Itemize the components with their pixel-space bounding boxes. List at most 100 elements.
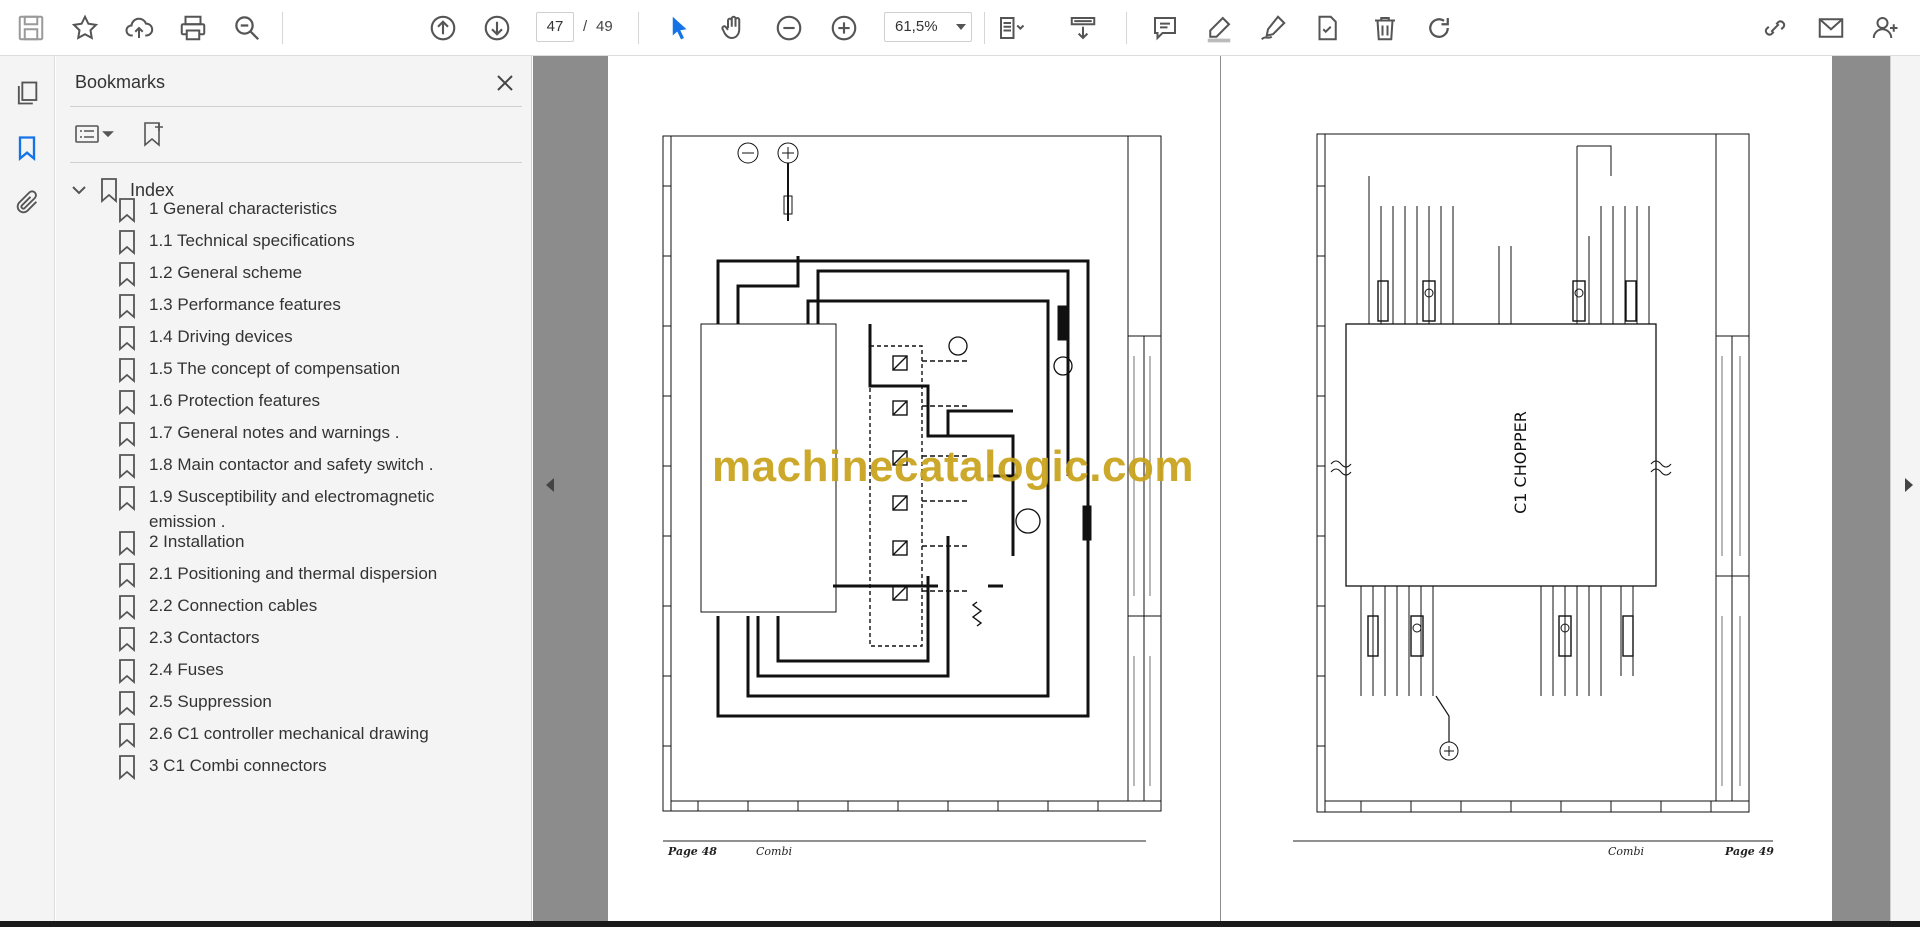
- cloud-upload-icon[interactable]: [120, 9, 158, 47]
- divider: [70, 162, 522, 163]
- chevron-down-icon[interactable]: [70, 181, 88, 199]
- bookmark-item[interactable]: 1.6 Protection features: [116, 388, 456, 415]
- watermark-text: machinecatalogic.com: [712, 442, 1194, 491]
- bookmark-label: 1.9 Susceptibility and electromagnetic e…: [149, 487, 435, 531]
- bookmark-icon: [119, 294, 135, 319]
- bookmark-item[interactable]: 2.5 Suppression: [116, 689, 456, 716]
- bookmark-item[interactable]: 2.3 Contactors: [116, 625, 456, 652]
- bookmark-icon: [119, 563, 135, 588]
- scroll-mode-icon[interactable]: [1064, 9, 1102, 47]
- save-icon[interactable]: [12, 9, 50, 47]
- highlight-pen-icon[interactable]: [1200, 9, 1238, 47]
- bookmark-icon: [119, 262, 135, 287]
- hand-tool-icon[interactable]: [714, 9, 752, 47]
- bookmark-item[interactable]: 2.4 Fuses: [116, 657, 456, 684]
- zoom-out-icon[interactable]: [770, 9, 808, 47]
- bookmark-item[interactable]: 2.6 C1 controller mechanical drawing: [116, 721, 456, 748]
- bookmark-label: 2.2 Connection cables: [149, 596, 318, 615]
- bookmark-item[interactable]: 1.2 General scheme: [116, 260, 456, 287]
- page-number-input[interactable]: 47: [536, 12, 574, 42]
- toolbar-separator: [1126, 12, 1127, 44]
- bookmark-icon: [119, 230, 135, 255]
- bookmark-icon: [119, 627, 135, 652]
- bookmark-item[interactable]: 1.1 Technical specifications: [116, 228, 456, 255]
- previous-page-icon[interactable]: [424, 9, 462, 47]
- bookmark-item[interactable]: 1.9 Susceptibility and electromagnetic e…: [116, 484, 456, 534]
- bookmark-icon: [119, 326, 135, 351]
- navigation-rail: [0, 56, 55, 927]
- bookmark-item[interactable]: 1.8 Main contactor and safety switch .: [116, 452, 456, 479]
- bookmark-label: 1.8 Main contactor and safety switch .: [149, 455, 434, 474]
- bookmark-label: 1.7 General notes and warnings .: [149, 423, 400, 442]
- bookmark-label: 3 C1 Combi connectors: [149, 756, 327, 775]
- bookmark-label: 2 Installation: [149, 532, 245, 551]
- print-icon[interactable]: [174, 9, 212, 47]
- page-footer-title: Combi: [1608, 845, 1645, 858]
- bookmarks-icon[interactable]: [8, 129, 46, 167]
- bookmark-icon: [119, 691, 135, 716]
- select-cursor-icon[interactable]: [660, 9, 698, 47]
- bookmark-label: 1 General characteristics: [149, 199, 338, 218]
- bookmark-label: 2.6 C1 controller mechanical drawing: [149, 724, 429, 743]
- bookmark-label: 1.6 Protection features: [149, 391, 321, 410]
- delete-icon[interactable]: [1366, 9, 1404, 47]
- bookmark-item[interactable]: 1.4 Driving devices: [116, 324, 456, 351]
- draw-icon[interactable]: [1254, 9, 1292, 47]
- collapse-panel-icon[interactable]: [546, 478, 554, 492]
- bookmark-label: 1.4 Driving devices: [149, 327, 293, 346]
- bookmark-icon: [119, 454, 135, 479]
- bookmark-icon: [119, 198, 135, 223]
- zoom-search-icon[interactable]: [228, 9, 266, 47]
- close-icon[interactable]: [490, 68, 520, 98]
- bookmark-icon: [119, 595, 135, 620]
- bookmark-item[interactable]: 3 C1 Combi connectors: [116, 753, 456, 780]
- bookmark-options-button[interactable]: [74, 116, 124, 152]
- bookmark-label: 1.3 Performance features: [149, 295, 341, 314]
- chevron-down-icon[interactable]: [956, 24, 966, 30]
- taskbar-edge: [0, 921, 1920, 927]
- page-fit-icon[interactable]: [992, 9, 1030, 47]
- email-icon[interactable]: [1812, 9, 1850, 47]
- bookmark-item[interactable]: 1 General characteristics: [116, 196, 456, 223]
- sign-link-icon[interactable]: [1756, 9, 1794, 47]
- bookmark-item[interactable]: 1.5 The concept of compensation: [116, 356, 456, 383]
- panel-title: Bookmarks: [75, 72, 166, 92]
- bookmark-item[interactable]: 1.7 General notes and warnings .: [116, 420, 456, 447]
- bookmark-item[interactable]: 2 Installation: [116, 529, 456, 556]
- stamp-icon[interactable]: [1308, 9, 1346, 47]
- zoom-in-icon[interactable]: [825, 9, 863, 47]
- bookmark-label: 2.4 Fuses: [149, 660, 224, 679]
- bookmark-icon: [119, 358, 135, 383]
- attachments-icon[interactable]: [8, 184, 46, 222]
- toolbar-separator: [638, 12, 639, 44]
- bookmark-icon: [119, 755, 135, 780]
- bookmark-icon: [119, 390, 135, 415]
- comment-icon[interactable]: [1146, 9, 1184, 47]
- next-page-icon[interactable]: [478, 9, 516, 47]
- bookmark-icon: [119, 723, 135, 748]
- bookmark-item[interactable]: 1.3 Performance features: [116, 292, 456, 319]
- toolbar-separator: [984, 12, 985, 44]
- bookmark-item[interactable]: 2.1 Positioning and thermal dispersion: [116, 561, 456, 588]
- bookmark-item[interactable]: 2.2 Connection cables: [116, 593, 456, 620]
- bookmark-tree: Index 1 General characteristics 1.1 Techn…: [56, 168, 518, 927]
- redo-icon[interactable]: [1420, 9, 1458, 47]
- bookmark-icon: [119, 659, 135, 684]
- toolbar-separator: [282, 12, 283, 44]
- bookmark-icon: [119, 486, 135, 511]
- star-icon[interactable]: [66, 9, 104, 47]
- add-user-icon[interactable]: [1866, 9, 1904, 47]
- add-bookmark-icon[interactable]: [136, 116, 172, 152]
- bookmark-label: 1.5 The concept of compensation: [149, 359, 401, 378]
- bookmark-label: 1.2 General scheme: [149, 263, 303, 282]
- document-page-49: C1 CHOPPER Combi Page 49: [1221, 56, 1832, 924]
- bookmark-label: 2.3 Contactors: [149, 628, 260, 647]
- page-thumbnails-icon[interactable]: [8, 74, 46, 112]
- page-footer-title: Combi: [756, 845, 793, 858]
- bookmark-label: 1.1 Technical specifications: [149, 231, 355, 250]
- bookmark-label: 2.1 Positioning and thermal dispersion: [149, 564, 438, 583]
- main-toolbar: 47 / 49 61,5%: [0, 0, 1920, 56]
- page-total: 49: [596, 18, 613, 35]
- bookmark-icon: [119, 422, 135, 447]
- expand-tools-icon[interactable]: [1905, 478, 1913, 492]
